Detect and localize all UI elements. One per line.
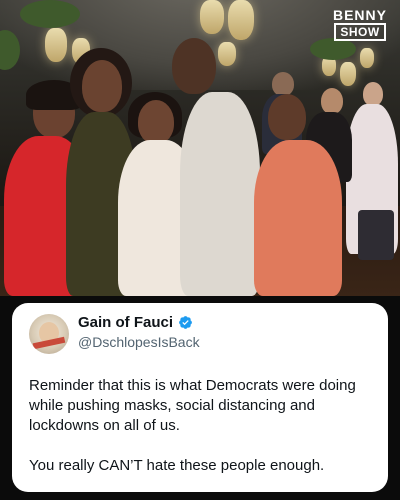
benny-show-logo: BENNY SHOW: [327, 8, 393, 41]
tweet-paragraph: You really CAN’T hate these people enoug…: [29, 457, 325, 474]
lantern-decoration: [218, 42, 236, 66]
lantern-decoration: [360, 48, 374, 68]
lantern-decoration: [200, 0, 224, 34]
party-photo: BENNY SHOW: [0, 0, 400, 296]
tweet-paragraph: Reminder that this is what Democrats wer…: [29, 377, 356, 434]
profile-avatar-icon[interactable]: [29, 314, 69, 354]
foliage-decoration: [20, 0, 80, 28]
logo-line-2: SHOW: [334, 23, 386, 41]
lantern-decoration: [228, 0, 254, 40]
foliage-decoration: [310, 38, 356, 60]
lantern-decoration: [45, 28, 67, 62]
tweet-text: Reminder that this is what Democrats wer…: [29, 376, 374, 476]
lantern-decoration: [340, 62, 356, 86]
verified-badge-icon: [179, 316, 192, 329]
user-handle[interactable]: @DschlopesIsBack: [78, 334, 200, 350]
tweet-card: Gain of Fauci @DschlopesIsBack Reminder …: [12, 303, 388, 492]
display-name[interactable]: Gain of Fauci: [78, 314, 173, 331]
logo-line-1: BENNY: [332, 7, 387, 23]
